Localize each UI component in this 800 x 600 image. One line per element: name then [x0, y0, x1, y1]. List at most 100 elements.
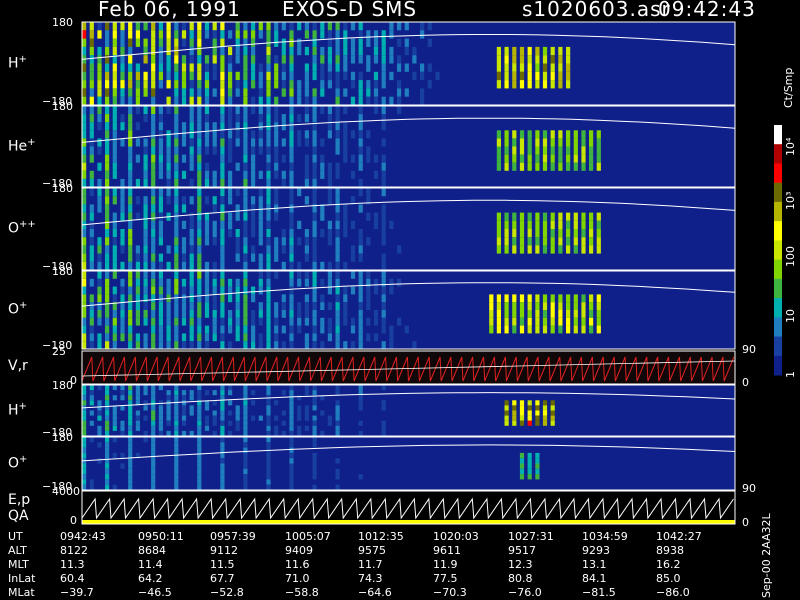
spectrogram-cell: [105, 286, 110, 295]
spectrogram-cell: [258, 88, 263, 97]
spectrogram-cell: [197, 106, 202, 115]
spectrogram-cell: [266, 294, 271, 303]
spectrogram-cell: [304, 130, 309, 139]
spectrogram-cell: [105, 333, 110, 342]
spectrogram-cell: [89, 220, 94, 229]
spectrogram-cell: [558, 130, 563, 139]
spectrogram-cell: [274, 325, 279, 334]
footer-row-label: InLat: [8, 572, 36, 585]
spectrogram-cell: [212, 271, 217, 279]
spectrogram-cell: [312, 452, 317, 459]
spectrogram-cell: [266, 178, 271, 187]
spectrogram-cell: [220, 479, 225, 485]
spectrogram-cell: [596, 162, 601, 171]
spectrogram-cell: [542, 400, 548, 406]
spectrogram-cell: [120, 325, 125, 334]
spectrogram-cell: [120, 138, 125, 147]
spectrogram-cell: [589, 310, 594, 318]
spectrogram-cell: [151, 484, 156, 490]
spectrogram-cell: [504, 130, 509, 139]
spectrogram-cell: [558, 237, 563, 246]
spectrogram-cell: [504, 405, 509, 411]
spectrogram-cell: [197, 468, 202, 475]
spectrogram-cell: [381, 96, 386, 105]
spectrogram-cell: [566, 154, 571, 163]
spectrogram-cell: [105, 261, 110, 270]
spectrogram-cell: [558, 317, 563, 326]
spectrogram-cell: [174, 178, 179, 187]
spectrogram-cell: [320, 154, 325, 163]
spectrogram-cell: [297, 237, 302, 246]
spectrogram-cell: [212, 122, 217, 131]
spectrogram-cell: [158, 430, 163, 436]
spectrogram-cell: [274, 170, 279, 179]
spectrogram-cell: [542, 146, 548, 155]
spectrogram-cell: [204, 96, 210, 105]
spectrogram-cell: [358, 229, 363, 238]
spectrogram-cell: [335, 106, 340, 115]
spectrogram-cell: [197, 405, 202, 411]
spectrogram-cell: [496, 46, 501, 56]
spectrogram-cell: [166, 138, 171, 147]
spectrogram-cell: [281, 178, 286, 187]
spectrogram-cell: [89, 237, 94, 246]
spectrogram-cell: [504, 146, 509, 155]
spectrogram-cell: [151, 333, 156, 342]
spectrogram-cell: [174, 430, 179, 436]
spectrogram-cell: [320, 229, 325, 238]
spectrogram-cell: [573, 237, 578, 246]
spectrogram-cell: [558, 162, 563, 171]
plot-canvas: [81, 21, 782, 525]
spectrogram-cell: [243, 170, 248, 179]
colorbar-segment: [774, 144, 782, 164]
spectrogram-cell: [335, 278, 340, 287]
spectrogram-cell: [143, 80, 148, 89]
spectrogram-cell: [289, 63, 294, 72]
spectrogram-cell: [320, 46, 325, 56]
spectrogram-cell: [212, 278, 217, 287]
spectrogram-cell: [589, 162, 594, 171]
spectrogram-cell: [304, 302, 309, 310]
spectrogram-cell: [105, 437, 110, 443]
spectrogram-cell: [97, 415, 102, 421]
spectrogram-cell: [281, 237, 286, 246]
spectrogram-cell: [320, 302, 325, 310]
spectrogram-cell: [281, 420, 286, 426]
spectrogram-cell: [174, 229, 179, 238]
spectrogram-cell: [281, 302, 286, 310]
spectrogram-cell: [350, 96, 356, 105]
spectrogram-cell: [89, 410, 94, 416]
spectrogram-cell: [289, 30, 294, 39]
spectrogram-cell: [297, 96, 302, 105]
spectrogram-cell: [105, 106, 110, 115]
spectrogram-cell: [573, 310, 578, 318]
spectrogram-cell: [243, 229, 248, 238]
spectrogram-cell: [82, 385, 87, 391]
spectrogram-cell: [228, 154, 233, 163]
spectrogram-cell: [166, 341, 171, 349]
spectrogram-cell: [97, 458, 102, 464]
spectrogram-cell: [135, 245, 140, 254]
spectrogram-cell: [304, 80, 309, 89]
spectrogram-cell: [412, 55, 417, 64]
spectrogram-cell: [204, 106, 210, 115]
spectrogram-cell: [174, 463, 179, 469]
spectrogram-cell: [105, 442, 110, 448]
spectrogram-cell: [105, 188, 110, 197]
spectrogram-cell: [220, 22, 225, 31]
spectrogram-cell: [358, 271, 363, 279]
spectrogram-cell: [212, 178, 217, 187]
spectrogram-cell: [143, 196, 148, 205]
spectrogram-cell: [197, 474, 202, 480]
spectrogram-cell: [89, 22, 94, 31]
spectrogram-cell: [143, 390, 148, 396]
spectrogram-cell: [105, 63, 110, 72]
spectrogram-cell: [427, 63, 432, 72]
spectrogram-cell: [97, 333, 102, 342]
spectrogram-cell: [266, 245, 271, 254]
spectrogram-cell: [289, 420, 294, 426]
spectrogram-cell: [158, 162, 163, 171]
spectrogram-cell: [512, 237, 517, 246]
spectrogram-cell: [220, 204, 225, 213]
spectrogram-cell: [204, 341, 210, 349]
